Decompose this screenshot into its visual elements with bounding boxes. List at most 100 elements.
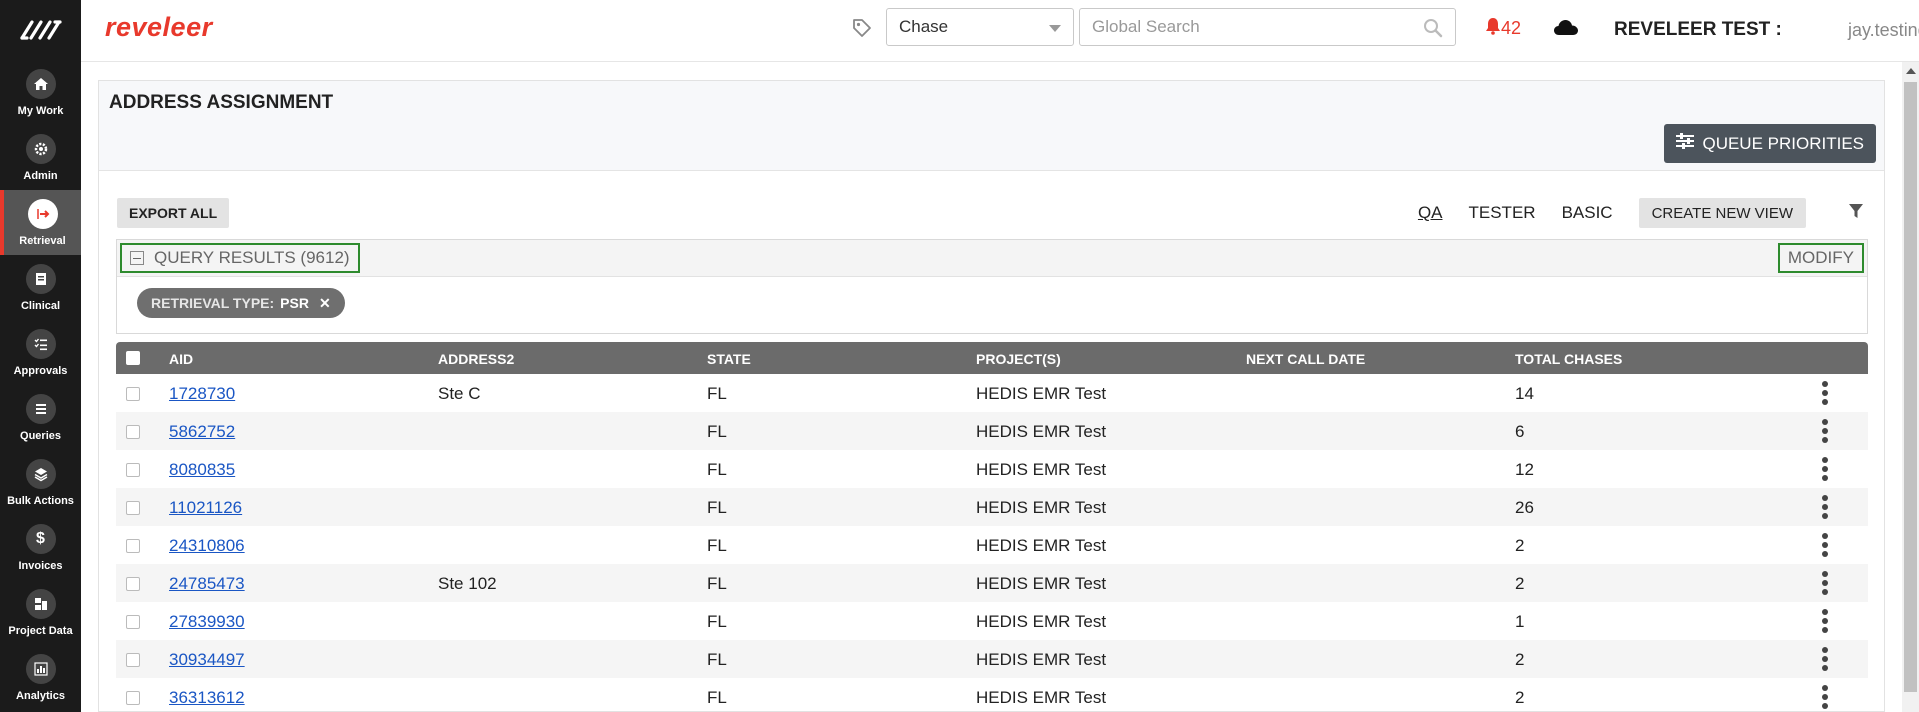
scrollbar-thumb[interactable]	[1904, 82, 1917, 692]
filter-icon[interactable]	[1848, 203, 1864, 224]
row-checkbox[interactable]	[126, 463, 140, 477]
page-scrollbar[interactable]	[1902, 62, 1919, 712]
view-tester[interactable]: TESTER	[1469, 203, 1536, 223]
row-checkbox[interactable]	[126, 691, 140, 705]
row-checkbox[interactable]	[126, 539, 140, 553]
row-aid-link[interactable]: 30934497	[169, 650, 245, 670]
row-aid-link[interactable]: 24310806	[169, 536, 245, 556]
notifications-count: 42	[1501, 18, 1522, 38]
scroll-up-icon[interactable]	[1906, 68, 1916, 74]
global-search-input[interactable]	[1080, 9, 1400, 45]
select-all-checkbox[interactable]	[126, 351, 140, 365]
more-vertical-icon[interactable]	[1821, 571, 1829, 595]
sidebar-item-label: Analytics	[16, 689, 65, 702]
row-aid-link[interactable]: 36313612	[169, 688, 245, 708]
close-icon[interactable]: ✕	[319, 295, 331, 312]
export-all-button[interactable]: EXPORT ALL	[117, 198, 230, 228]
more-vertical-icon[interactable]	[1821, 647, 1829, 671]
queue-priorities-button[interactable]: QUEUE PRIORITIES	[1664, 124, 1876, 163]
row-state: FL	[707, 650, 727, 669]
row-total-chases: 26	[1515, 498, 1534, 517]
dollar-icon: $	[25, 523, 56, 554]
table-row: 24785473 Ste 102 FL HEDIS EMR Test 2	[116, 564, 1868, 602]
row-state: FL	[707, 422, 727, 441]
table-row: 36313612 FL HEDIS EMR Test 2	[116, 678, 1868, 712]
reveleer-stripes-logo-icon[interactable]	[0, 0, 81, 60]
view-basic[interactable]: BASIC	[1562, 203, 1613, 223]
entity-type-select[interactable]: Chase	[886, 8, 1074, 46]
column-header-aid[interactable]: AID	[169, 351, 193, 367]
sidebar-item-admin[interactable]: Admin	[0, 125, 81, 190]
more-vertical-icon[interactable]	[1821, 685, 1829, 709]
tag-icon	[851, 17, 873, 44]
sidebar-item-label: Project Data	[8, 624, 73, 637]
query-results-toggle[interactable]: QUERY RESULTS (9612)	[120, 243, 360, 273]
sidebar-item-queries[interactable]: Queries	[0, 385, 81, 450]
username[interactable]: jay.testing	[1848, 20, 1919, 41]
column-header-next-call-date[interactable]: NEXT CALL DATE	[1246, 351, 1365, 367]
row-aid-link[interactable]: 1728730	[169, 384, 235, 404]
column-header-address2[interactable]: ADDRESS2	[438, 351, 514, 367]
row-aid-link[interactable]: 27839930	[169, 612, 245, 632]
more-vertical-icon[interactable]	[1821, 495, 1829, 519]
row-aid-link[interactable]: 24785473	[169, 574, 245, 594]
row-aid-link[interactable]: 8080835	[169, 460, 235, 480]
row-aid-link[interactable]: 5862752	[169, 422, 235, 442]
row-checkbox[interactable]	[126, 387, 140, 401]
row-aid-link[interactable]: 11021126	[169, 498, 242, 518]
column-header-state[interactable]: STATE	[707, 351, 751, 367]
row-projects: HEDIS EMR Test	[976, 612, 1107, 631]
brand-logo[interactable]: reveleer	[105, 12, 213, 43]
sidebar-item-invoices[interactable]: $ Invoices	[0, 515, 81, 580]
row-total-chases: 14	[1515, 384, 1534, 403]
more-vertical-icon[interactable]	[1821, 419, 1829, 443]
bell-icon	[1485, 17, 1501, 40]
row-total-chases: 1	[1515, 612, 1525, 631]
row-projects: HEDIS EMR Test	[976, 384, 1107, 403]
sidebar-item-analytics[interactable]: Analytics	[0, 645, 81, 710]
row-state: FL	[707, 460, 727, 479]
sidebar-item-project-data[interactable]: Project Data	[0, 580, 81, 645]
more-vertical-icon[interactable]	[1821, 381, 1829, 405]
more-vertical-icon[interactable]	[1821, 609, 1829, 633]
table-row: 24310806 FL HEDIS EMR Test 2	[116, 526, 1868, 564]
row-checkbox[interactable]	[126, 653, 140, 667]
row-projects: HEDIS EMR Test	[976, 574, 1107, 593]
row-projects: HEDIS EMR Test	[976, 688, 1107, 707]
view-switcher: QA TESTER BASIC CREATE NEW VIEW	[1418, 198, 1806, 228]
cloud-icon[interactable]	[1553, 18, 1579, 43]
row-checkbox[interactable]	[126, 425, 140, 439]
sidebar-item-clinical[interactable]: Clinical	[0, 255, 81, 320]
row-checkbox[interactable]	[126, 615, 140, 629]
row-checkbox[interactable]	[126, 577, 140, 591]
row-checkbox[interactable]	[126, 501, 140, 515]
project-data-icon	[25, 588, 56, 619]
notifications-button[interactable]: 42	[1485, 17, 1521, 40]
modify-button[interactable]: MODIFY	[1777, 243, 1864, 273]
create-new-view-button[interactable]: CREATE NEW VIEW	[1638, 198, 1806, 228]
sidebar-item-approvals[interactable]: Approvals	[0, 320, 81, 385]
sidebar-item-bulk-actions[interactable]: Bulk Actions	[0, 450, 81, 515]
global-search[interactable]	[1079, 8, 1456, 46]
view-qa[interactable]: QA	[1418, 203, 1443, 223]
sidebar-item-label: Invoices	[18, 559, 63, 572]
grid-header: AID ADDRESS2 STATE PROJECT(S) NEXT CALL …	[116, 342, 1868, 374]
filter-chip-key: RETRIEVAL TYPE:	[151, 295, 275, 311]
more-vertical-icon[interactable]	[1821, 457, 1829, 481]
sidebar-item-label: Retrieval	[19, 234, 66, 247]
row-state: FL	[707, 688, 727, 707]
search-icon[interactable]	[1423, 18, 1443, 43]
chevron-down-icon	[1049, 25, 1061, 32]
query-results-box: QUERY RESULTS (9612) MODIFY RETRIEVAL TY…	[116, 239, 1868, 334]
row-state: FL	[707, 574, 727, 593]
row-state: FL	[707, 536, 727, 555]
column-header-total-chases[interactable]: TOTAL CHASES	[1515, 351, 1622, 367]
more-vertical-icon[interactable]	[1821, 533, 1829, 557]
sidebar-item-retrieval[interactable]: Retrieval	[0, 190, 81, 255]
sidebar-item-my-work[interactable]: My Work	[0, 60, 81, 125]
top-bar: reveleer Chase 42 REVELEER TEST : jay.te…	[81, 0, 1919, 62]
row-total-chases: 2	[1515, 536, 1525, 555]
column-header-projects[interactable]: PROJECT(S)	[976, 351, 1061, 367]
sidebar-item-label: Clinical	[20, 299, 61, 312]
row-total-chases: 6	[1515, 422, 1525, 441]
